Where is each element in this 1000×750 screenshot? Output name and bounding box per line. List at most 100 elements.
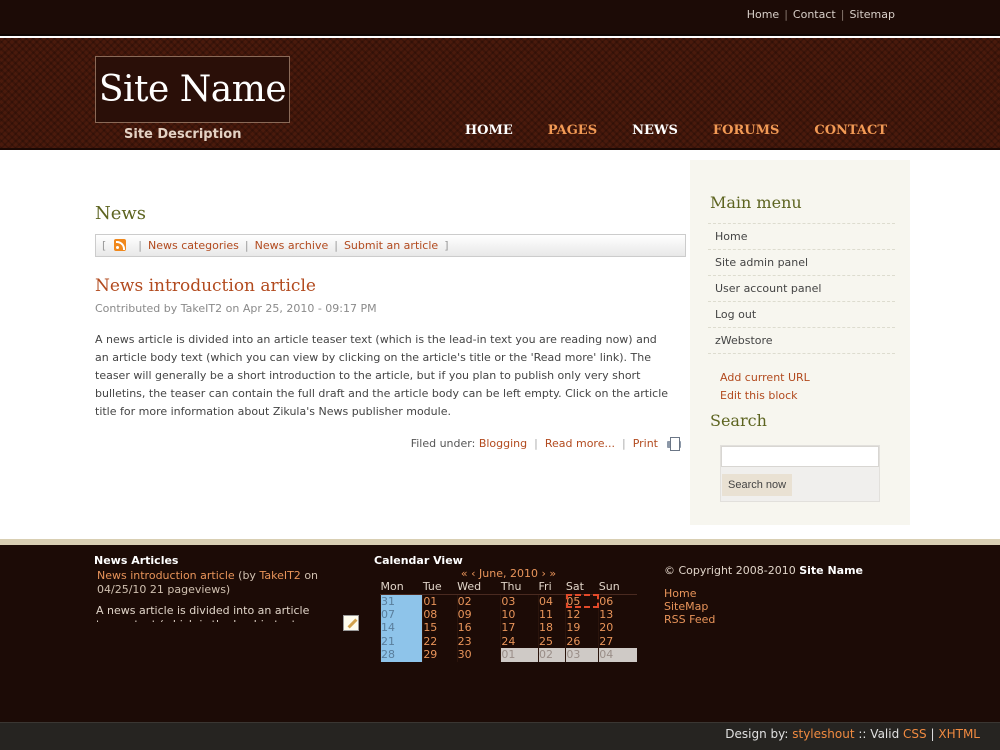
printer-icon[interactable] <box>666 436 682 451</box>
footer-link-sitemap[interactable]: SiteMap <box>664 600 715 613</box>
rss-icon[interactable] <box>114 239 127 251</box>
calendar-day[interactable]: 12 <box>565 607 599 621</box>
calendar-day[interactable]: 10 <box>500 607 539 621</box>
article-meta: Contributed by TakeIT2 on Apr 25, 2010 -… <box>95 302 377 315</box>
calendar-day[interactable]: 28 <box>379 648 423 662</box>
footer-article-link[interactable]: News introduction article <box>97 569 235 582</box>
top-links: Home | Contact | Sitemap <box>746 8 895 21</box>
nav-forums[interactable]: FORUMS <box>713 123 779 138</box>
calendar-day-header: Sun <box>598 579 637 595</box>
calendar-day[interactable]: 03 <box>565 648 599 662</box>
calendar-day[interactable]: 17 <box>500 621 539 635</box>
edit-icon[interactable] <box>343 615 359 631</box>
calendar-day[interactable]: 11 <box>538 607 566 621</box>
category-link[interactable]: Blogging <box>479 437 527 450</box>
calendar-day[interactable]: 07 <box>379 607 423 621</box>
calendar-day[interactable]: 16 <box>456 621 501 635</box>
calendar-body: 31 01 02 03 04 05 06 07 08 09 10 11 12 13 14 15 16 17 18 19… <box>379 594 637 662</box>
calendar-day[interactable]: 09 <box>456 607 501 621</box>
menu-item-log-out[interactable]: Log out <box>708 302 895 328</box>
calendar-day-header: Fri <box>538 579 566 595</box>
news-categories-link[interactable]: News categories <box>148 239 239 252</box>
search-title: Search <box>710 411 767 430</box>
top-link-sitemap[interactable]: Sitemap <box>849 8 895 21</box>
calendar-day-header: Mon <box>380 579 423 595</box>
calendar-week: 14 15 16 17 18 19 20 <box>379 621 637 635</box>
calendar-day[interactable]: 23 <box>456 634 501 648</box>
submit-article-link[interactable]: Submit an article <box>344 239 438 252</box>
menu-item-site-admin[interactable]: Site admin panel <box>708 250 895 276</box>
credits: Design by: styleshout :: Valid CSS | XHT… <box>725 727 980 741</box>
main-nav: HOME PAGES NEWS FORUMS CONTACT <box>430 123 887 138</box>
calendar-day[interactable]: 08 <box>422 607 458 621</box>
calendar-day-header: Tue <box>422 579 458 595</box>
calendar-day[interactable]: 30 <box>456 648 501 662</box>
calendar-day[interactable]: 04 <box>598 648 637 662</box>
sidebar: Main menu Home Site admin panel User acc… <box>690 160 910 525</box>
calendar-day[interactable]: 27 <box>598 634 637 648</box>
menu-item-zwebstore[interactable]: zWebstore <box>708 328 895 354</box>
footer: News Articles News introduction article … <box>0 545 1000 722</box>
calendar-day-header: Sat <box>565 579 599 595</box>
calendar-day[interactable]: 02 <box>456 594 501 608</box>
calendar-day[interactable]: 21 <box>379 634 423 648</box>
menu-item-user-account[interactable]: User account panel <box>708 276 895 302</box>
calendar-day[interactable]: 25 <box>538 634 566 648</box>
site-logo[interactable]: Site Name <box>95 56 290 123</box>
article-footer: Filed under: Blogging | Read more... | Print <box>411 436 682 451</box>
edit-block-link[interactable]: Edit this block <box>720 387 810 405</box>
news-articles-title: News Articles <box>94 554 179 567</box>
footer-link-home[interactable]: Home <box>664 587 715 600</box>
calendar-day[interactable]: 29 <box>422 648 458 662</box>
calendar-day[interactable]: 01 <box>422 594 458 608</box>
calendar-day[interactable]: 13 <box>598 607 637 621</box>
calendar-day[interactable]: 04 <box>538 594 566 608</box>
site-description: Site Description <box>124 127 242 142</box>
designer-link[interactable]: styleshout <box>792 727 854 741</box>
calendar-day[interactable]: 22 <box>422 634 458 648</box>
search-input[interactable] <box>721 446 879 467</box>
nav-home[interactable]: HOME <box>465 123 513 138</box>
menu-item-home[interactable]: Home <box>708 224 895 250</box>
calendar-day[interactable]: 14 <box>379 621 423 635</box>
calendar-week: 31 01 02 03 04 05 06 <box>379 594 637 608</box>
calendar-day[interactable]: 03 <box>500 594 539 608</box>
main-menu-title: Main menu <box>710 193 802 212</box>
calendar-day[interactable]: 20 <box>598 621 637 635</box>
top-link-home[interactable]: Home <box>747 8 779 21</box>
read-more-link[interactable]: Read more... <box>545 437 615 450</box>
calendar-day-header: Wed <box>457 579 501 595</box>
valid-xhtml-link[interactable]: XHTML <box>938 727 980 741</box>
search-button[interactable]: Search now <box>722 474 793 496</box>
calendar-day[interactable]: 18 <box>538 621 566 635</box>
nav-news[interactable]: NEWS <box>632 123 678 138</box>
calendar-week: 28 29 30 01 02 03 04 <box>379 648 637 662</box>
bottom-bar: Design by: styleshout :: Valid CSS | XHT… <box>0 722 1000 750</box>
calendar-title: Calendar View <box>374 554 463 567</box>
news-archive-link[interactable]: News archive <box>255 239 329 252</box>
calendar-day[interactable]: 05 <box>565 594 599 608</box>
calendar-day[interactable]: 24 <box>500 634 539 648</box>
article-title[interactable]: News introduction article <box>95 276 316 296</box>
top-link-contact[interactable]: Contact <box>793 8 836 21</box>
print-link[interactable]: Print <box>633 437 658 450</box>
article-body: A news article is divided into an articl… <box>95 333 669 418</box>
calendar-day[interactable]: 06 <box>598 594 637 608</box>
calendar-day[interactable]: 01 <box>500 648 539 662</box>
news-toolbar: [| News categories | News archive | Submit an… <box>95 234 686 257</box>
top-bar: Home | Contact | Sitemap <box>0 0 1000 36</box>
footer-article-author[interactable]: TakeIT2 <box>259 569 300 582</box>
add-current-url-link[interactable]: Add current URL <box>720 369 810 387</box>
valid-css-link[interactable]: CSS <box>903 727 927 741</box>
calendar-day[interactable]: 31 <box>379 594 423 608</box>
nav-contact[interactable]: CONTACT <box>814 123 887 138</box>
nav-pages[interactable]: PAGES <box>548 123 597 138</box>
footer-links: Home SiteMap RSS Feed <box>664 587 715 626</box>
calendar-day[interactable]: 26 <box>565 634 599 648</box>
footer-link-rss[interactable]: RSS Feed <box>664 613 715 626</box>
calendar-day[interactable]: 19 <box>565 621 599 635</box>
footer-article-entry: News introduction article (by TakeIT2 on… <box>97 569 319 596</box>
calendar-day[interactable]: 02 <box>538 648 566 662</box>
calendar-day[interactable]: 15 <box>422 621 458 635</box>
copyright: © Copyright 2008-2010 Site Name <box>664 564 863 577</box>
